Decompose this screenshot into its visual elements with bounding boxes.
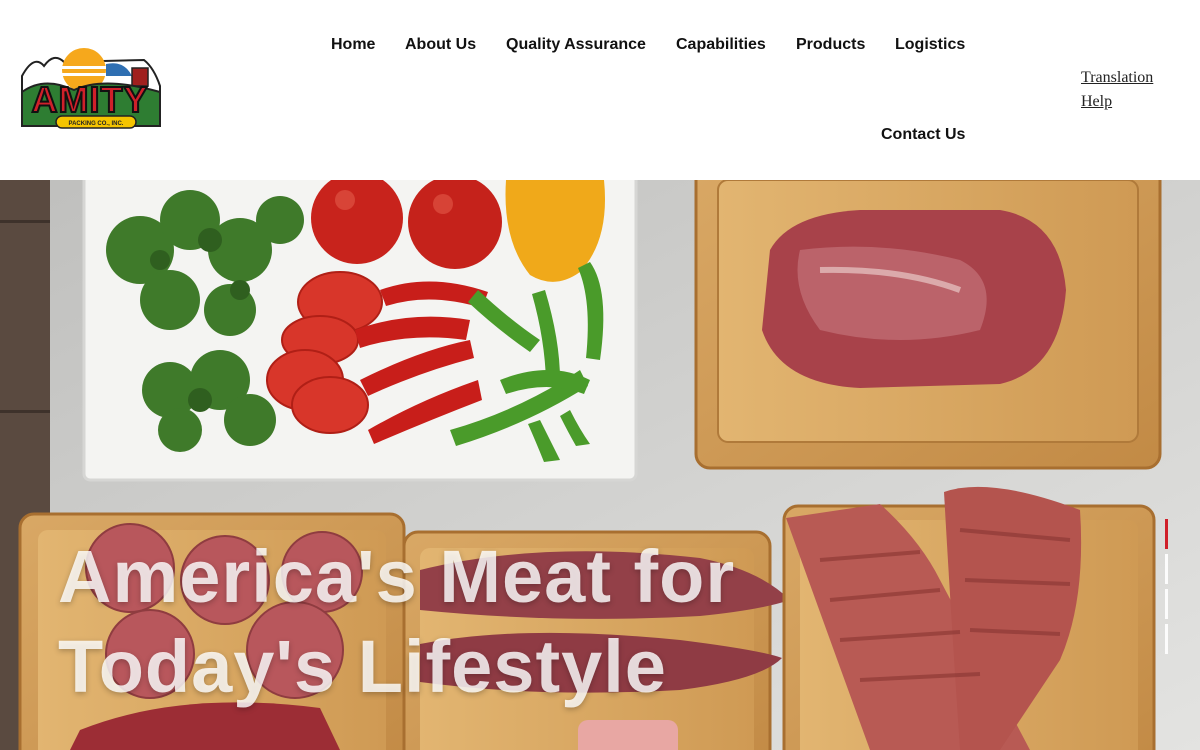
nav-about-us[interactable]: About Us — [405, 36, 476, 54]
nav-quality-assurance[interactable]: Quality Assurance — [506, 36, 646, 54]
nav-logistics[interactable]: Logistics — [895, 36, 965, 54]
hero-banner: America's Meat for Today's Lifestyle — [0, 180, 1200, 750]
nav-contact-us[interactable]: Contact Us — [881, 126, 965, 144]
slider-pagination — [1165, 519, 1171, 659]
slide-indicator-1[interactable] — [1165, 519, 1168, 549]
site-header: AMITY PACKING CO., INC. Home About Us Qu… — [0, 0, 1200, 180]
svg-text:AMITY: AMITY — [32, 79, 149, 120]
slide-indicator-3[interactable] — [1165, 589, 1168, 619]
nav-home[interactable]: Home — [331, 36, 375, 54]
help-link[interactable]: Help — [1081, 90, 1181, 114]
utility-links: Translation Help — [1081, 66, 1181, 114]
svg-text:PACKING CO., INC.: PACKING CO., INC. — [69, 121, 124, 127]
nav-products[interactable]: Products — [796, 36, 865, 54]
translation-link[interactable]: Translation — [1081, 66, 1181, 90]
hero-headline: America's Meat for Today's Lifestyle — [58, 532, 818, 712]
main-nav: Home About Us Quality Assurance Capabili… — [300, 0, 1000, 180]
slide-indicator-2[interactable] — [1165, 554, 1168, 584]
hero-headline-line1: America's Meat for — [58, 535, 736, 618]
amity-logo[interactable]: AMITY PACKING CO., INC. — [14, 46, 168, 136]
hero-headline-line2: Today's Lifestyle — [58, 625, 667, 708]
nav-capabilities[interactable]: Capabilities — [676, 36, 766, 54]
slide-indicator-4[interactable] — [1165, 624, 1168, 654]
